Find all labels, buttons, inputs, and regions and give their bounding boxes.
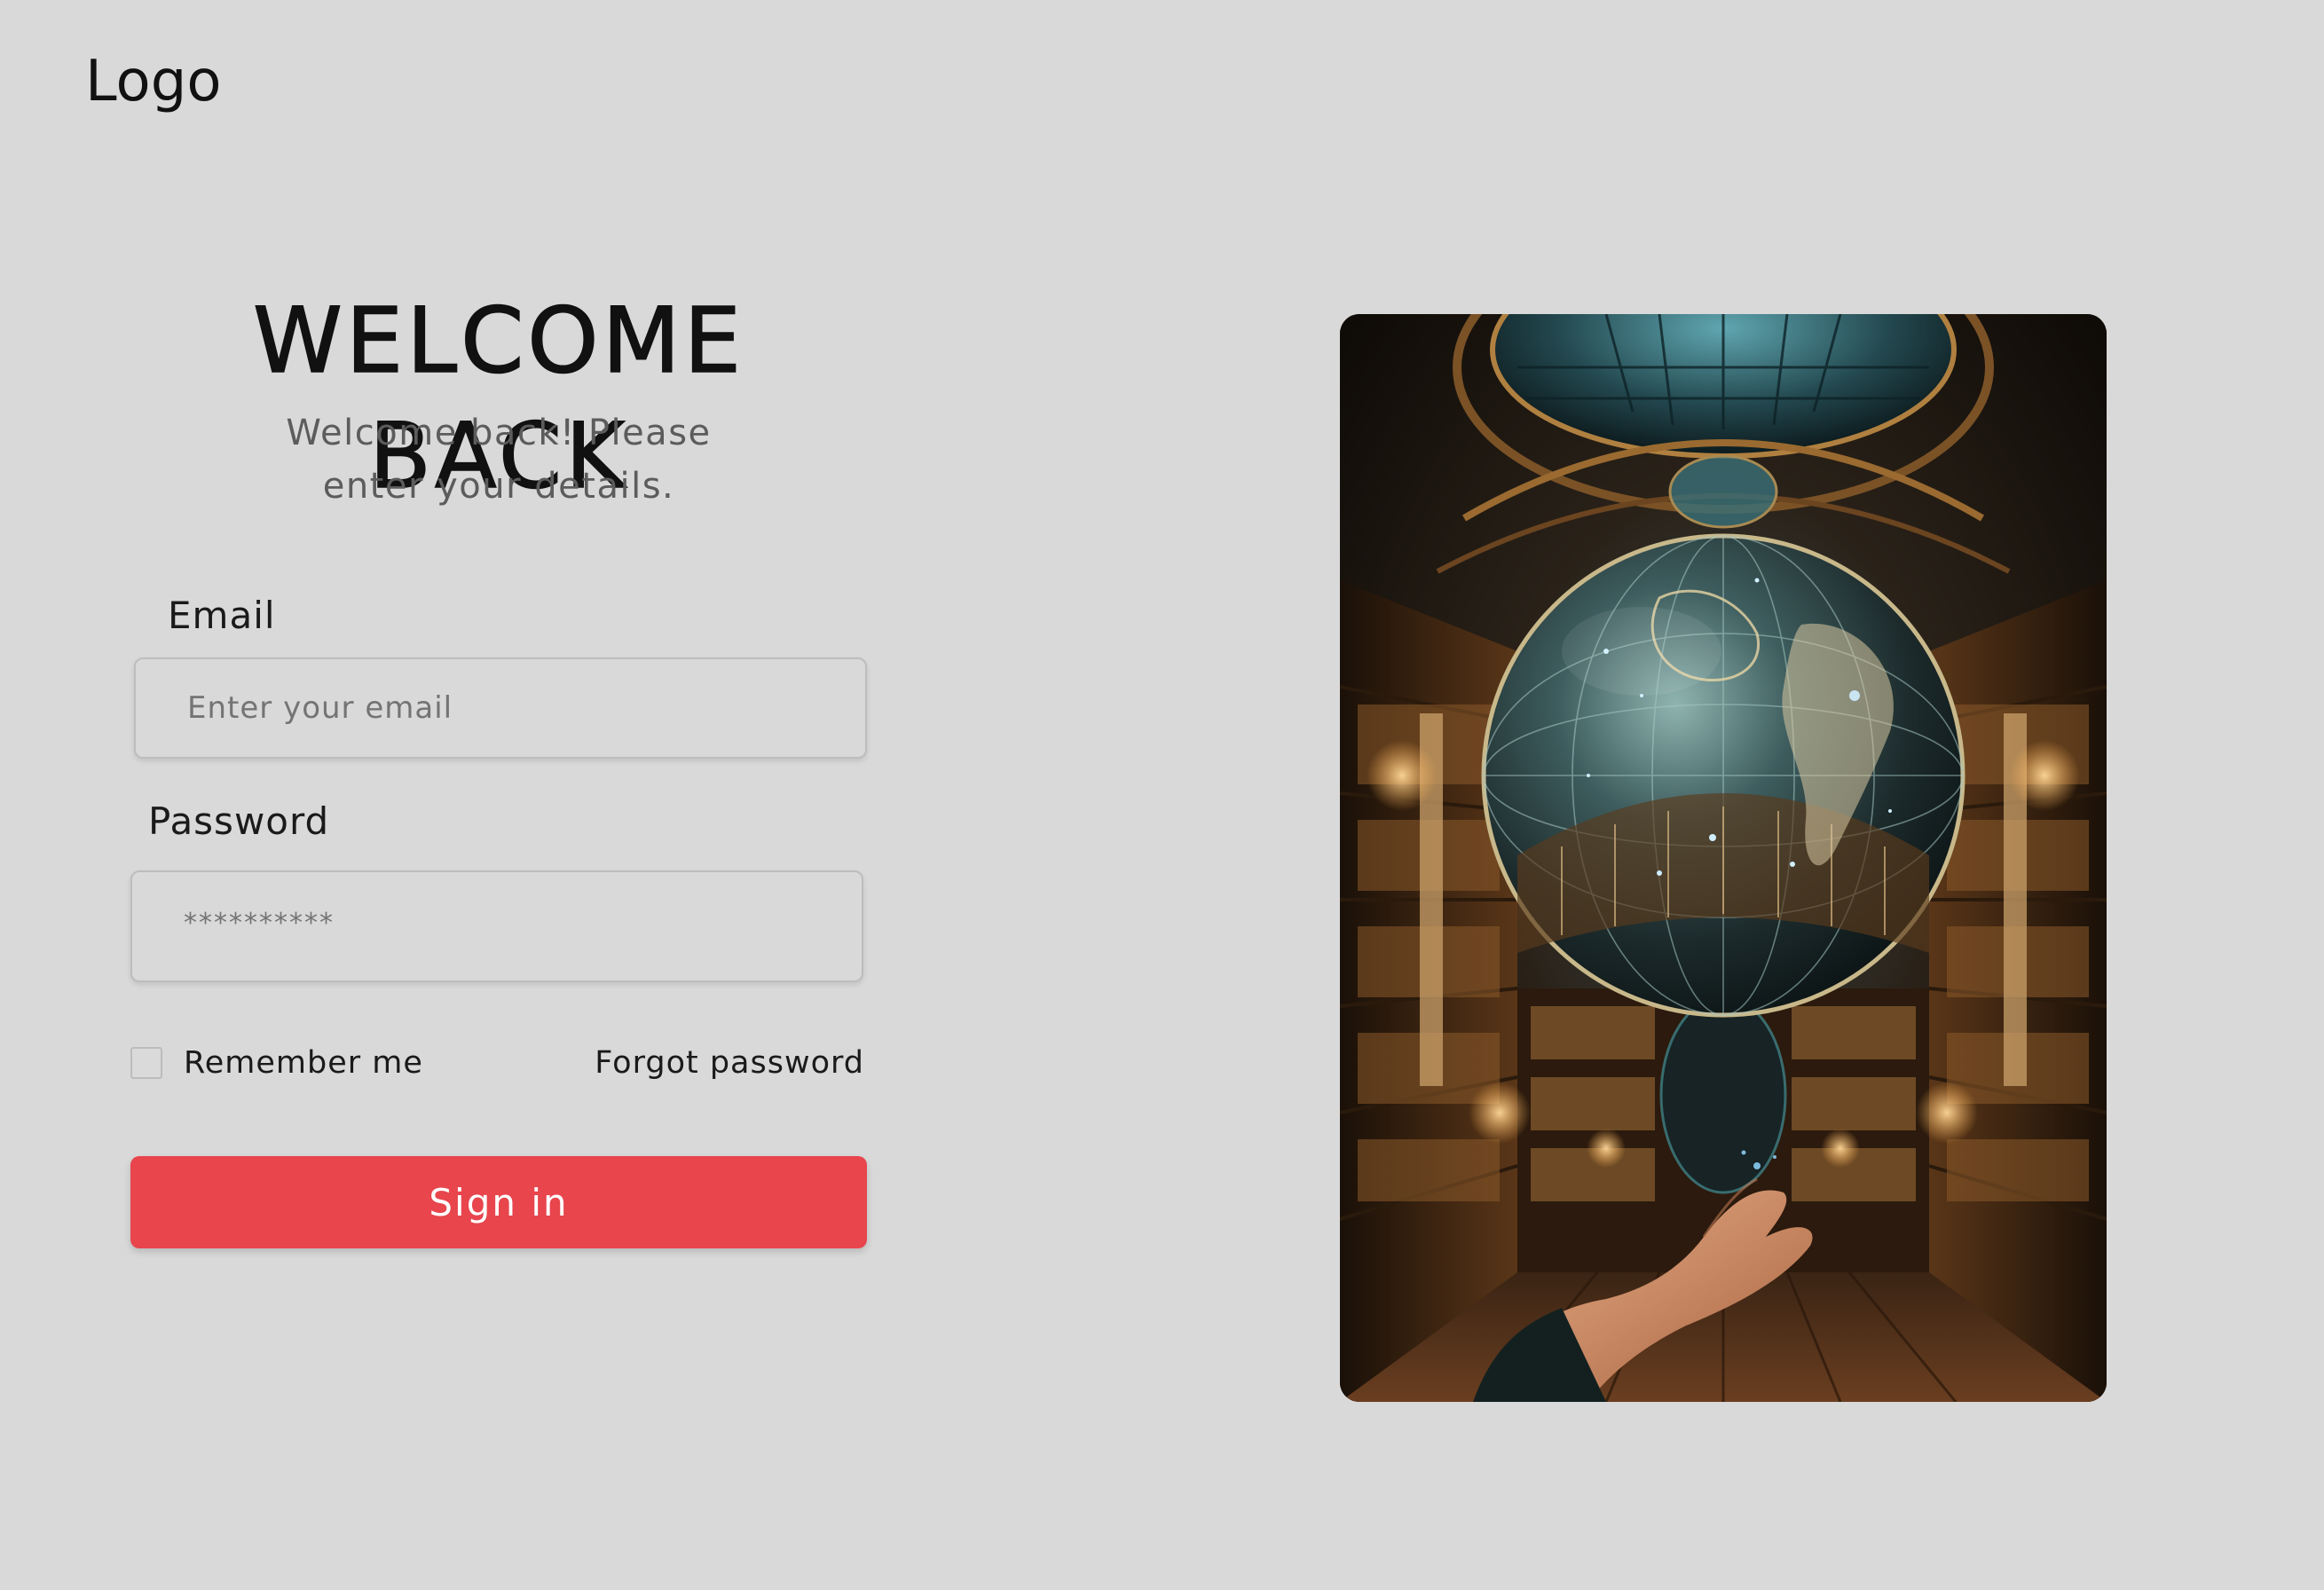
email-placeholder: Enter your email [187,690,453,726]
password-field[interactable]: ********** [130,870,863,982]
forgot-password-link[interactable]: Forgot password [595,1045,864,1081]
login-form: WELCOME BACK Welcome back! Please enter … [130,0,867,1590]
hero-image [1340,314,2107,1402]
sign-in-button[interactable]: Sign in [130,1156,867,1248]
checkbox-icon[interactable] [130,1047,162,1079]
library-globe-hand-image [1340,314,2107,1402]
password-label: Password [148,799,330,843]
remember-me-checkbox[interactable]: Remember me [130,1045,423,1081]
password-value: ********** [184,908,335,939]
remember-me-label: Remember me [184,1045,423,1081]
email-label: Email [168,594,276,637]
subtitle-line-1: Welcome back! Please [286,413,712,453]
email-field[interactable]: Enter your email [134,657,867,759]
subtitle-line-2: enter your details. [322,466,675,507]
page-subtitle: Welcome back! Please enter your details. [130,406,867,513]
